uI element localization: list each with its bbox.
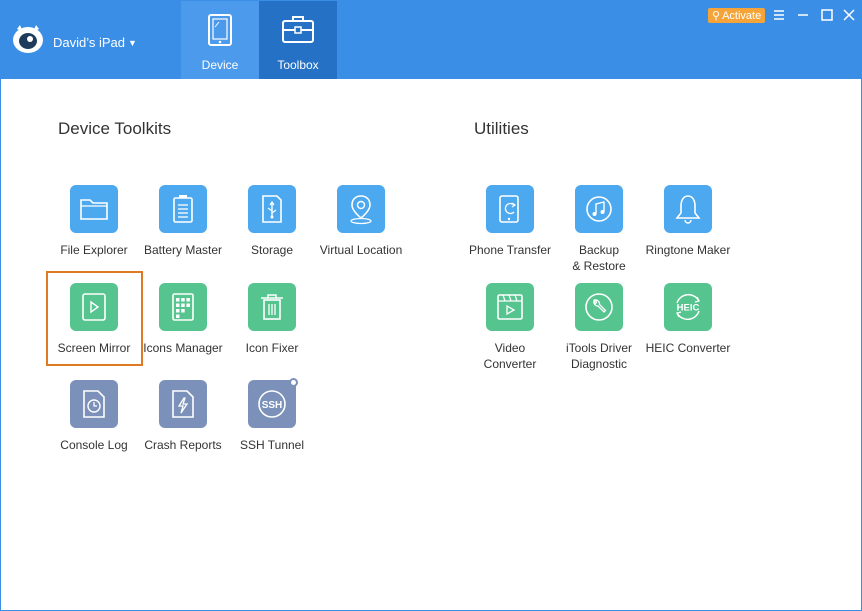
activate-button[interactable]: ⚲ Activate	[708, 8, 766, 23]
location-pin-icon	[337, 185, 385, 233]
tool-crash-reports[interactable]: Crash Reports	[133, 380, 233, 453]
tool-phone-transfer[interactable]: Phone Transfer	[460, 185, 560, 258]
tab-device-label: Device	[201, 58, 239, 72]
tab-device[interactable]: Device	[181, 1, 259, 79]
usb-storage-icon	[248, 185, 296, 233]
tool-ringtone-maker[interactable]: Ringtone Maker	[638, 185, 738, 258]
utilities-title: Utilities	[474, 119, 529, 138]
app-window: David’s iPad ▼ Device Toolbox ⚲ Activate…	[0, 0, 862, 611]
tool-itools-driver-diagnostic[interactable]: iTools Driver Diagnostic	[549, 283, 649, 372]
tab-toolbox[interactable]: Toolbox	[259, 1, 337, 79]
wrench-icon	[575, 283, 623, 331]
heic-icon: HEIC	[664, 283, 712, 331]
tool-label: iTools Driver Diagnostic	[565, 341, 632, 371]
tool-screen-mirror[interactable]: Screen Mirror	[44, 283, 144, 356]
key-icon: ⚲	[712, 10, 721, 22]
tool-label: Storage	[250, 243, 294, 257]
tool-label: File Explorer	[60, 243, 128, 257]
video-icon	[486, 283, 534, 331]
toolbox-icon	[282, 16, 314, 43]
phone-transfer-icon	[486, 185, 534, 233]
ssh-icon-text: SSH	[262, 400, 283, 411]
clock-doc-icon	[70, 380, 118, 428]
tool-storage[interactable]: Storage	[222, 185, 322, 258]
tool-label: Crash Reports	[144, 438, 222, 452]
tool-file-explorer[interactable]: File Explorer	[44, 185, 144, 258]
tablet-icon	[208, 14, 232, 46]
device-name-label: David’s iPad	[53, 35, 126, 50]
minimize-icon[interactable]	[794, 6, 812, 24]
ssh-icon: SSH	[248, 378, 298, 428]
tool-console-log[interactable]: Console Log	[44, 380, 144, 453]
grid-icon	[159, 283, 207, 331]
tool-icon-fixer[interactable]: Icon Fixer	[222, 283, 322, 356]
tool-backup-restore[interactable]: Backup & Restore	[549, 185, 649, 274]
device-selector[interactable]: David’s iPad ▼	[53, 35, 137, 50]
folder-icon	[70, 185, 118, 233]
header-bar: David’s iPad ▼ Device Toolbox ⚲ Activate	[1, 1, 861, 79]
tool-label: Video Converter	[483, 341, 537, 371]
tool-label: Ringtone Maker	[645, 243, 731, 257]
heic-icon-text: HEIC	[677, 303, 700, 314]
tool-label: Battery Master	[143, 243, 223, 257]
tool-label: Backup & Restore	[572, 243, 626, 273]
play-screen-icon	[70, 283, 118, 331]
tool-label: Phone Transfer	[468, 243, 552, 257]
tool-video-converter[interactable]: Video Converter	[460, 283, 560, 372]
tool-label: Virtual Location	[319, 243, 403, 257]
tool-battery-master[interactable]: Battery Master	[133, 185, 233, 258]
device-toolkits-title: Device Toolkits	[58, 119, 172, 138]
tool-ssh-tunnel[interactable]: SSH SSH Tunnel	[222, 378, 322, 453]
itools-logo-icon	[13, 25, 43, 53]
tool-label: HEIC Converter	[645, 341, 731, 355]
tool-label: Console Log	[60, 438, 128, 452]
new-badge-dot	[289, 378, 298, 387]
bell-icon	[664, 185, 712, 233]
tool-label: SSH Tunnel	[239, 438, 305, 452]
tool-label: Icons Manager	[143, 341, 223, 355]
music-backup-icon	[575, 185, 623, 233]
tool-virtual-location[interactable]: Virtual Location	[311, 185, 411, 258]
tool-heic-converter[interactable]: HEIC HEIC Converter	[638, 283, 738, 356]
tool-label: Icon Fixer	[245, 341, 299, 355]
activate-label: Activate	[722, 9, 762, 22]
maximize-icon[interactable]	[818, 6, 836, 24]
battery-icon	[159, 185, 207, 233]
tool-icons-manager[interactable]: Icons Manager	[133, 283, 233, 356]
bolt-doc-icon	[159, 380, 207, 428]
close-icon[interactable]	[840, 6, 858, 24]
caret-down-icon: ▼	[128, 37, 137, 48]
trash-icon	[248, 283, 296, 331]
menu-icon[interactable]	[770, 6, 788, 24]
tool-label: Screen Mirror	[57, 341, 131, 355]
tab-toolbox-label: Toolbox	[277, 58, 319, 72]
